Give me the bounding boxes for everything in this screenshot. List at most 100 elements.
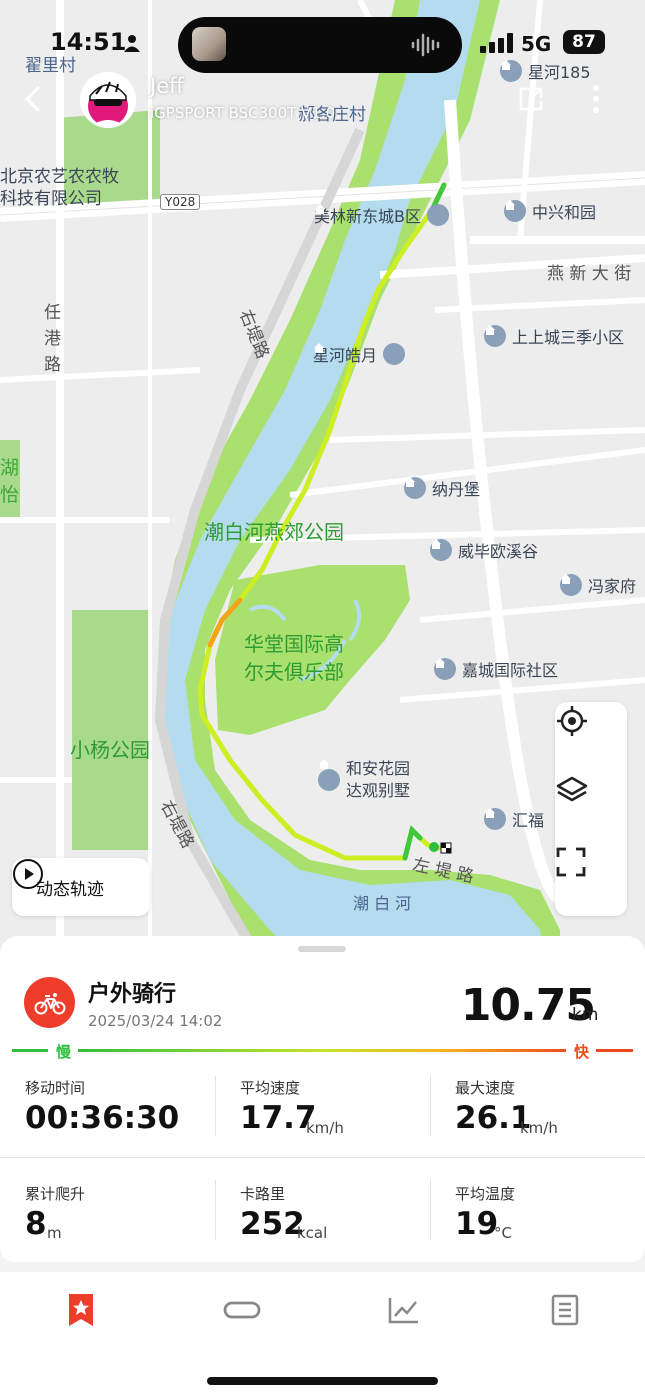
house-pin-icon <box>314 343 406 365</box>
audio-wave-icon <box>411 33 440 57</box>
stat-label: 移动时间 <box>25 1079 86 1097</box>
back-button[interactable] <box>22 86 46 116</box>
stat-value-calories: 252 <box>240 1206 305 1242</box>
map-poi[interactable]: 纳丹堡 <box>404 476 480 500</box>
house-pin-icon <box>430 539 452 561</box>
poi-label: 中兴和园 <box>532 203 597 222</box>
activity-type: 户外骑行 <box>88 982 177 1007</box>
track-replay-button[interactable]: 动态轨迹 <box>12 858 150 916</box>
poi-label: 汇福 <box>512 811 545 830</box>
stat-unit: °C <box>494 1224 512 1242</box>
stat-label: 平均温度 <box>455 1185 516 1203</box>
user-name: Jeff <box>150 74 184 98</box>
map-label-edge: 湖 <box>0 457 20 479</box>
house-pin-icon <box>404 477 426 499</box>
dynamic-island[interactable] <box>178 17 462 73</box>
speed-scale-slow: 慢 <box>56 1043 72 1061</box>
map-poi[interactable]: 嘉城国际社区 <box>434 657 558 681</box>
star-bookmark-icon <box>69 1294 93 1326</box>
document-icon <box>551 1294 579 1326</box>
map-label-golf: 尔夫俱乐部 <box>244 660 344 684</box>
poi-label: 嘉城国际社区 <box>462 661 559 680</box>
divider <box>215 1180 216 1240</box>
map-label-river: 潮 白 河 <box>353 894 412 913</box>
tab-segments[interactable] <box>222 1290 262 1330</box>
track-replay-label: 动态轨迹 <box>36 879 104 900</box>
house-pin-icon <box>434 658 456 680</box>
stat-label: 累计爬升 <box>25 1185 86 1203</box>
chevron-left-icon <box>24 86 40 112</box>
poi-label: 纳丹堡 <box>432 480 481 499</box>
map-poi[interactable]: 上上城三季小区 <box>484 324 624 348</box>
map-poi[interactable]: 冯家府 <box>560 573 636 597</box>
poi-label: 达观别墅 <box>346 781 411 800</box>
device-name: iGPSPORT BSC300T V1.0 <box>150 104 336 122</box>
house-pin-icon <box>484 808 506 830</box>
battery-indicator: 87 <box>563 30 605 54</box>
house-pin-icon <box>504 200 526 222</box>
route-map[interactable]: Y028 翟里村 郝各庄村 北京农艺农农牧 科技有限公司 右堤路 任港路 燕 新… <box>0 0 645 960</box>
stat-value-elevation-gain: 8 <box>25 1206 47 1242</box>
activity-datetime: 2025/03/24 14:02 <box>88 1012 223 1030</box>
stat-label: 卡路里 <box>240 1185 286 1203</box>
poi-label: 和安花园 <box>346 759 411 778</box>
more-button[interactable] <box>591 84 601 118</box>
map-poi[interactable]: 美林新东城B区 <box>314 203 449 227</box>
segment-loop-icon <box>223 1301 261 1319</box>
tab-charts[interactable] <box>384 1290 424 1330</box>
avatar[interactable] <box>80 72 136 128</box>
stat-unit: km/h <box>306 1119 344 1137</box>
stat-unit: m <box>47 1224 62 1242</box>
fullscreen-button[interactable] <box>555 846 627 916</box>
tab-details[interactable] <box>545 1290 585 1330</box>
now-playing-thumbnail <box>192 27 226 61</box>
stat-label: 最大速度 <box>455 1079 516 1097</box>
share-button[interactable] <box>518 86 544 116</box>
road-code-badge: Y028 <box>160 194 201 210</box>
map-canvas <box>0 0 645 960</box>
map-poi[interactable]: 中兴和园 <box>504 199 596 223</box>
more-vertical-icon <box>593 85 599 113</box>
map-label-edge: 怡 <box>0 484 20 506</box>
map-poi[interactable]: 星河皓月 <box>313 342 406 366</box>
stat-label: 平均速度 <box>240 1079 301 1097</box>
map-poi[interactable]: 威毕欧溪谷 <box>430 538 538 562</box>
divider <box>215 1076 216 1136</box>
divider <box>0 1157 645 1158</box>
poi-label: 冯家府 <box>588 577 637 596</box>
speed-scale-bar <box>12 1049 633 1052</box>
cycling-icon <box>24 977 75 1028</box>
map-poi[interactable]: 汇福 <box>484 807 544 831</box>
stat-value-avg-temperature: 19 <box>455 1206 499 1242</box>
poi-label: 威毕欧溪谷 <box>458 542 539 561</box>
map-label-park: 潮白河燕郊公园 <box>204 520 344 544</box>
home-indicator[interactable] <box>207 1377 438 1385</box>
map-label-company: 科技有限公司 <box>0 189 102 209</box>
map-label-golf: 华堂国际高 <box>244 632 344 656</box>
distance-unit: km <box>572 1005 599 1025</box>
divider <box>430 1180 431 1240</box>
speed-scale-fast: 快 <box>574 1043 590 1061</box>
map-poi[interactable]: 和安花园 达观别墅 <box>318 758 410 802</box>
person-icon <box>122 33 142 57</box>
house-pin-icon <box>315 204 449 226</box>
network-type: 5G <box>521 32 552 56</box>
stat-unit: kcal <box>297 1224 328 1242</box>
stat-value-moving-time: 00:36:30 <box>25 1100 180 1136</box>
map-label-road: 任港路 <box>44 303 61 375</box>
chart-icon <box>388 1298 418 1324</box>
layers-button[interactable] <box>555 774 627 844</box>
signal-icon <box>480 33 514 57</box>
stat-unit: km/h <box>520 1119 558 1137</box>
map-label-park: 小杨公园 <box>70 738 150 762</box>
sheet-grabber[interactable] <box>298 946 346 952</box>
tab-summary[interactable] <box>61 1290 101 1330</box>
house-pin-icon <box>560 574 582 596</box>
map-controls <box>555 702 627 916</box>
locate-button[interactable] <box>555 704 627 774</box>
status-time: 14:51 <box>50 28 127 56</box>
divider <box>430 1076 431 1136</box>
house-pin-icon <box>484 325 506 347</box>
house-pin-icon <box>318 759 340 791</box>
share-icon <box>519 87 543 111</box>
